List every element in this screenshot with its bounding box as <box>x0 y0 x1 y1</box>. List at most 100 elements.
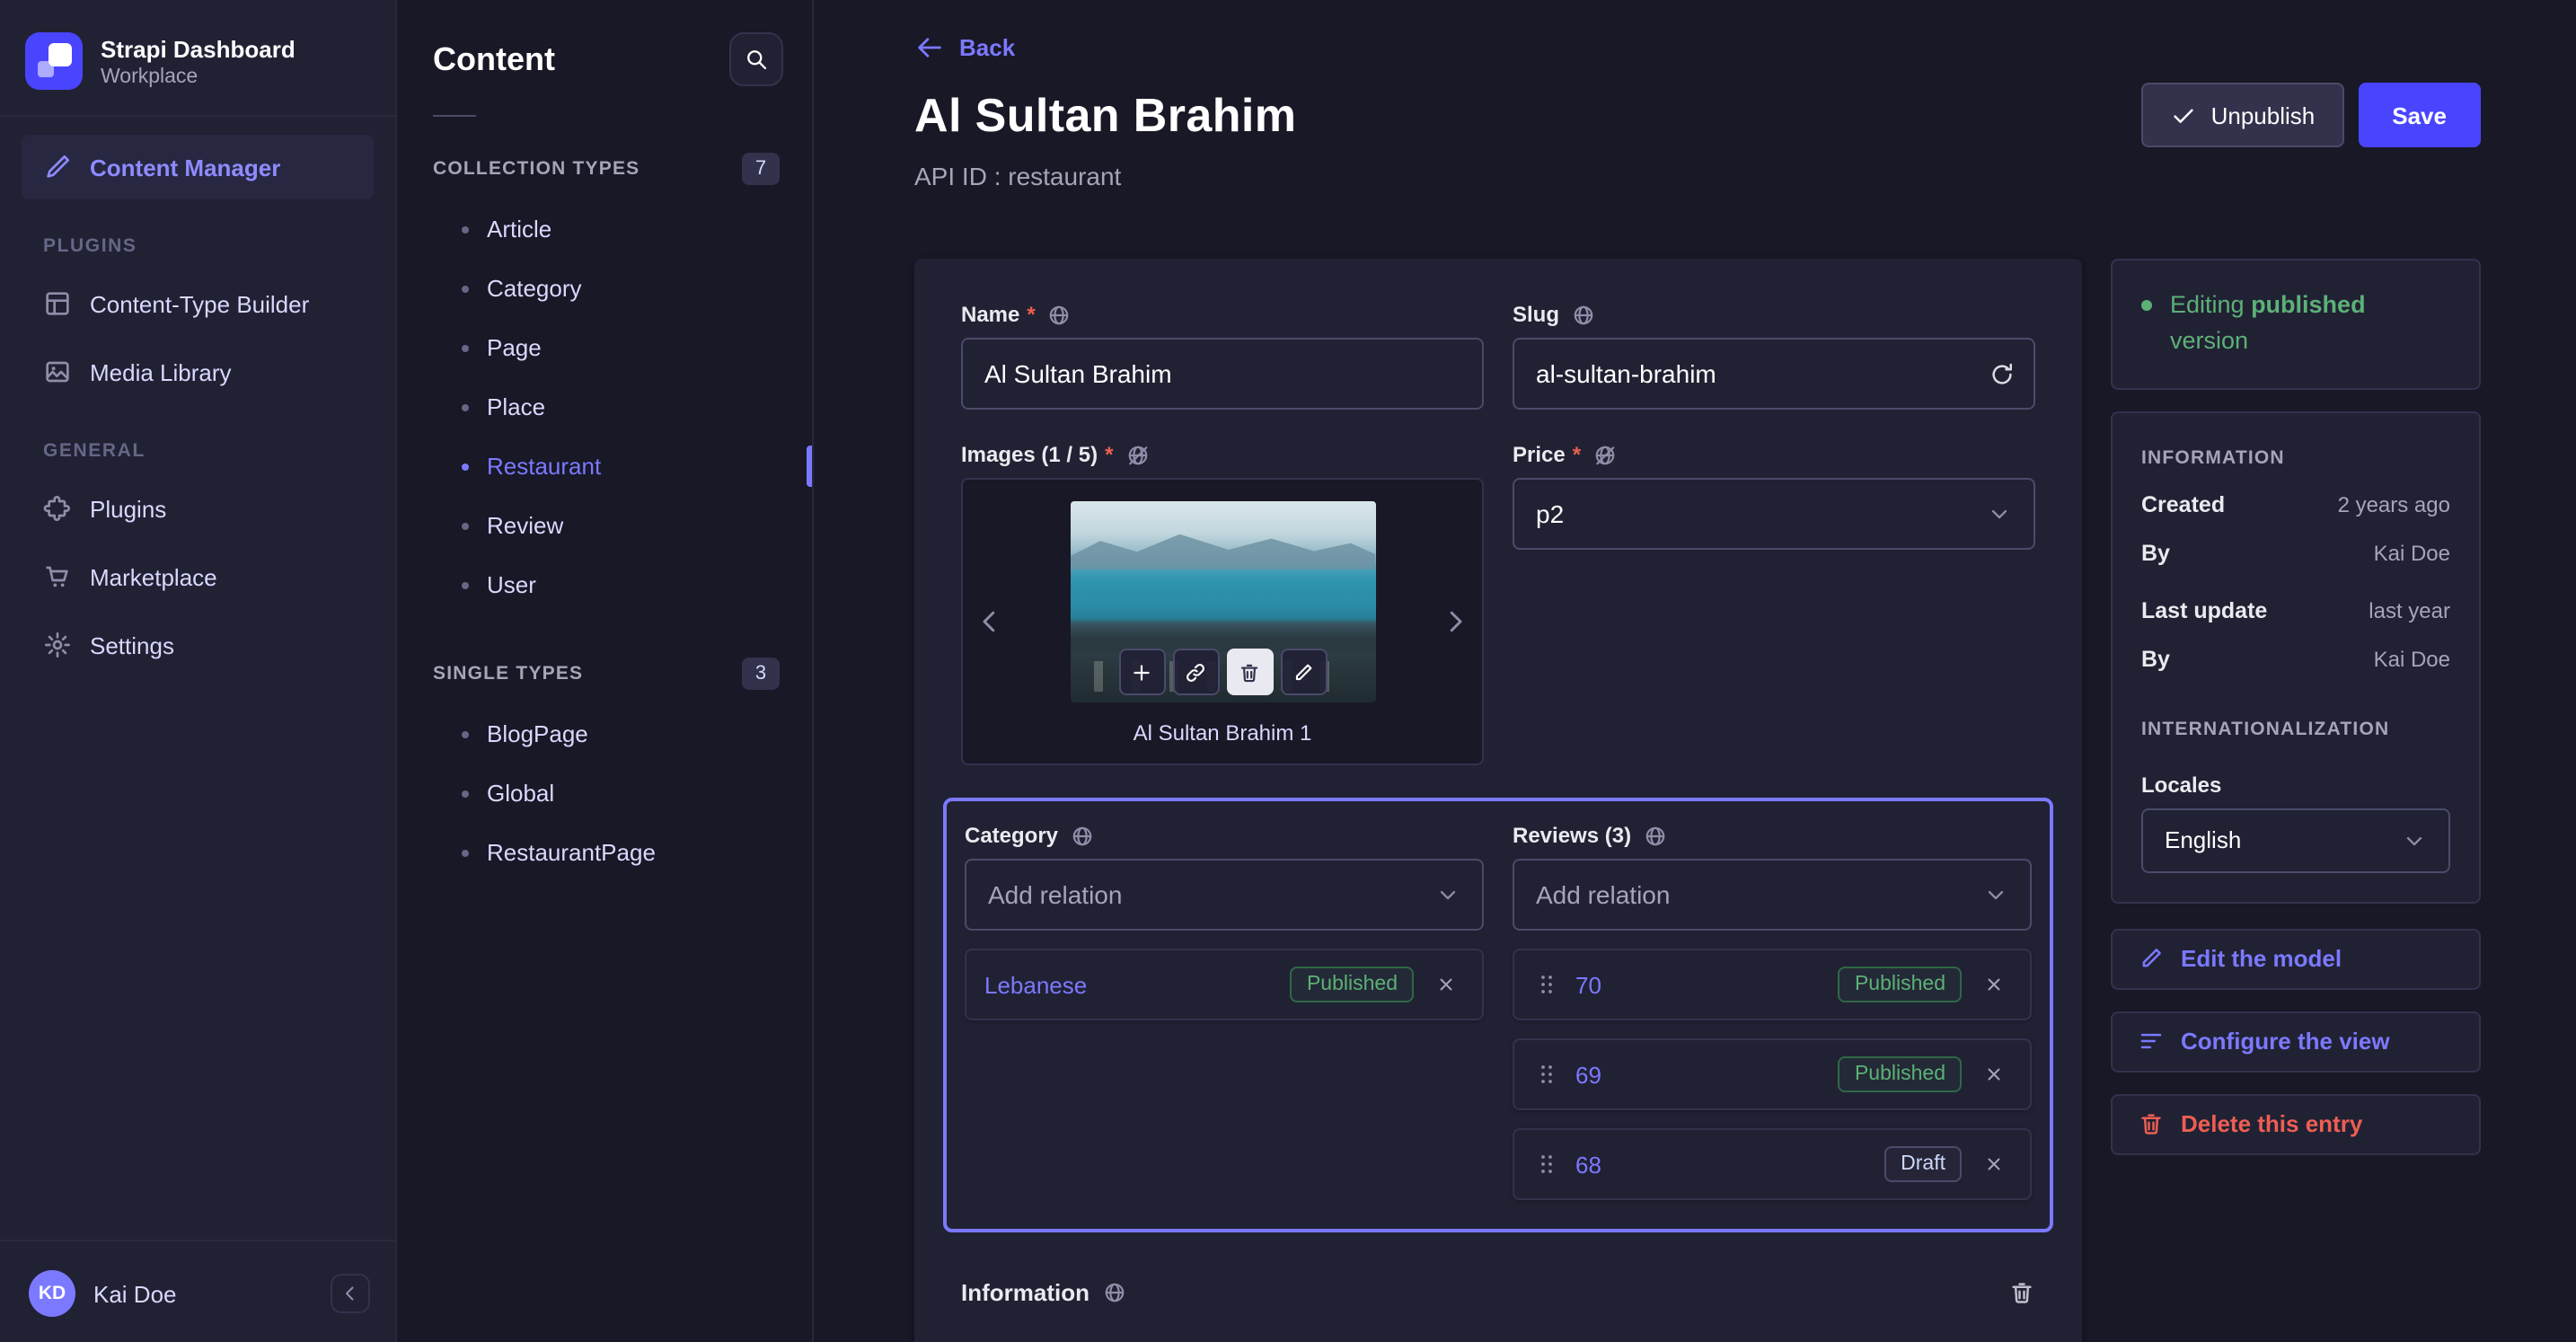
plus-icon <box>1130 660 1153 684</box>
chevron-right-icon <box>1439 605 1471 638</box>
save-button[interactable]: Save <box>2358 83 2481 147</box>
delete-entry-button[interactable]: Delete this entry <box>2111 1093 2481 1154</box>
reviews-add-relation-combobox[interactable]: Add relation <box>1513 859 2032 931</box>
field-reviews: Reviews (3) Add relation 70 Published 69… <box>1513 823 2032 1200</box>
relation-link[interactable]: Lebanese <box>984 971 1276 998</box>
trash-icon <box>2008 1279 2035 1306</box>
nav-item-media-library[interactable]: Media Library <box>22 340 374 404</box>
avatar: KD <box>29 1270 75 1317</box>
drag-handle[interactable] <box>1532 1150 1561 1179</box>
slug-input[interactable] <box>1513 338 2035 410</box>
content-manager-icon <box>43 153 72 181</box>
nav-item-label: Content Manager <box>90 154 281 181</box>
edit-model-label: Edit the model <box>2181 945 2342 972</box>
locale-select[interactable]: English <box>2141 808 2450 872</box>
delete-media-button[interactable] <box>1226 649 1273 695</box>
drag-handle[interactable] <box>1532 1060 1561 1089</box>
drag-handle-icon <box>1532 1060 1561 1089</box>
globe-strike-icon <box>1593 443 1617 466</box>
search-icon <box>744 47 769 72</box>
remove-relation-button[interactable] <box>1976 1146 2012 1182</box>
relation-link[interactable]: 68 <box>1575 1151 1870 1178</box>
info-row: By Kai Doe <box>2141 540 2450 565</box>
single-types-list: BlogPage Global RestaurantPage <box>397 704 812 882</box>
copy-link-button[interactable] <box>1172 649 1219 695</box>
locales-label: Locales <box>2141 772 2222 797</box>
collapse-nav-button[interactable] <box>331 1274 370 1313</box>
nav-item-label: Media Library <box>90 358 232 385</box>
name-input[interactable] <box>961 338 1484 410</box>
back-link[interactable]: Back <box>914 32 1015 63</box>
unpublish-label: Unpublish <box>2210 102 2316 128</box>
photo-mountains <box>1070 534 1375 570</box>
delete-component-button[interactable] <box>2008 1279 2035 1306</box>
settings-icon <box>43 631 72 659</box>
nav-item-content-manager[interactable]: Content Manager <box>22 135 374 199</box>
content-type-builder-icon <box>43 289 72 318</box>
workspace-brand[interactable]: Strapi Dashboard Workplace <box>22 22 374 111</box>
required-mark: * <box>1572 442 1582 467</box>
sidebar-item-article[interactable]: Article <box>397 199 812 259</box>
edit-media-button[interactable] <box>1280 649 1327 695</box>
strapi-logo-icon <box>25 32 83 90</box>
globe-icon <box>1644 824 1667 847</box>
carousel-next-button[interactable] <box>1435 602 1475 641</box>
sidebar-item-restaurant[interactable]: Restaurant <box>397 437 812 496</box>
globe-icon <box>1048 303 1072 326</box>
drag-handle[interactable] <box>1532 970 1561 999</box>
drag-handle-icon <box>1532 970 1561 999</box>
relation-link[interactable]: 70 <box>1575 971 1824 998</box>
back-arrow-icon <box>914 32 945 63</box>
category-add-relation-combobox[interactable]: Add relation <box>965 859 1484 931</box>
sidebar-item-place[interactable]: Place <box>397 377 812 437</box>
add-media-button[interactable] <box>1118 649 1165 695</box>
api-id: API ID : restaurant <box>914 162 1122 190</box>
sidebar-item-global[interactable]: Global <box>397 764 812 823</box>
required-mark: * <box>1105 442 1114 467</box>
nav-item-label: Marketplace <box>90 563 217 590</box>
globe-icon <box>1102 1281 1125 1304</box>
sidebar-item-category[interactable]: Category <box>397 259 812 318</box>
close-icon <box>1435 974 1457 995</box>
close-icon <box>1983 1153 2005 1175</box>
configure-icon <box>2138 1028 2165 1055</box>
sidebar-item-user[interactable]: User <box>397 555 812 614</box>
info-value: last year <box>2369 597 2450 622</box>
info-label: Last update <box>2141 597 2268 622</box>
info-row: Created 2 years ago <box>2141 491 2450 516</box>
unpublish-button[interactable]: Unpublish <box>2140 83 2344 147</box>
locale-value: English <box>2165 826 2242 853</box>
nav-item-marketplace[interactable]: Marketplace <box>22 544 374 609</box>
sidebar-item-restaurantpage[interactable]: RestaurantPage <box>397 823 812 882</box>
category-label: Category <box>965 823 1059 848</box>
info-value: Kai Doe <box>2373 646 2450 671</box>
nav-item-label: Settings <box>90 631 174 658</box>
search-button[interactable] <box>729 32 783 86</box>
sidebar-item-page[interactable]: Page <box>397 318 812 377</box>
status-text: Editing published version <box>2170 291 2366 355</box>
carousel-prev-button[interactable] <box>970 602 1010 641</box>
remove-relation-button[interactable] <box>1428 967 1464 1002</box>
remove-relation-button[interactable] <box>1976 1056 2012 1092</box>
sidebar-item-blogpage[interactable]: BlogPage <box>397 704 812 764</box>
nav-item-content-type-builder[interactable]: Content-Type Builder <box>22 271 374 336</box>
media-carousel: Al Sultan Brahim 1 <box>961 478 1484 765</box>
field-name: Name * <box>961 302 1484 410</box>
configure-view-button[interactable]: Configure the view <box>2111 1011 2481 1072</box>
chevron-down-icon <box>2402 827 2427 852</box>
reviews-label: Reviews (3) <box>1513 823 1632 848</box>
edit-model-button[interactable]: Edit the model <box>2111 928 2481 989</box>
collection-types-count-badge: 7 <box>742 153 780 185</box>
media-library-icon <box>43 358 72 386</box>
sidebar-item-review[interactable]: Review <box>397 496 812 555</box>
regenerate-slug-button[interactable] <box>1978 350 2025 397</box>
price-select[interactable]: p2 <box>1513 478 2035 550</box>
nav-item-plugins[interactable]: Plugins <box>22 476 374 541</box>
info-value: 2 years ago <box>2337 491 2450 516</box>
field-category: Category Add relation Lebanese Published <box>965 823 1484 1200</box>
status-badge: Published <box>1838 1056 1962 1092</box>
remove-relation-button[interactable] <box>1976 967 2012 1002</box>
relation-link[interactable]: 69 <box>1575 1061 1824 1088</box>
nav-item-settings[interactable]: Settings <box>22 613 374 677</box>
chevron-down-icon <box>1435 882 1460 907</box>
